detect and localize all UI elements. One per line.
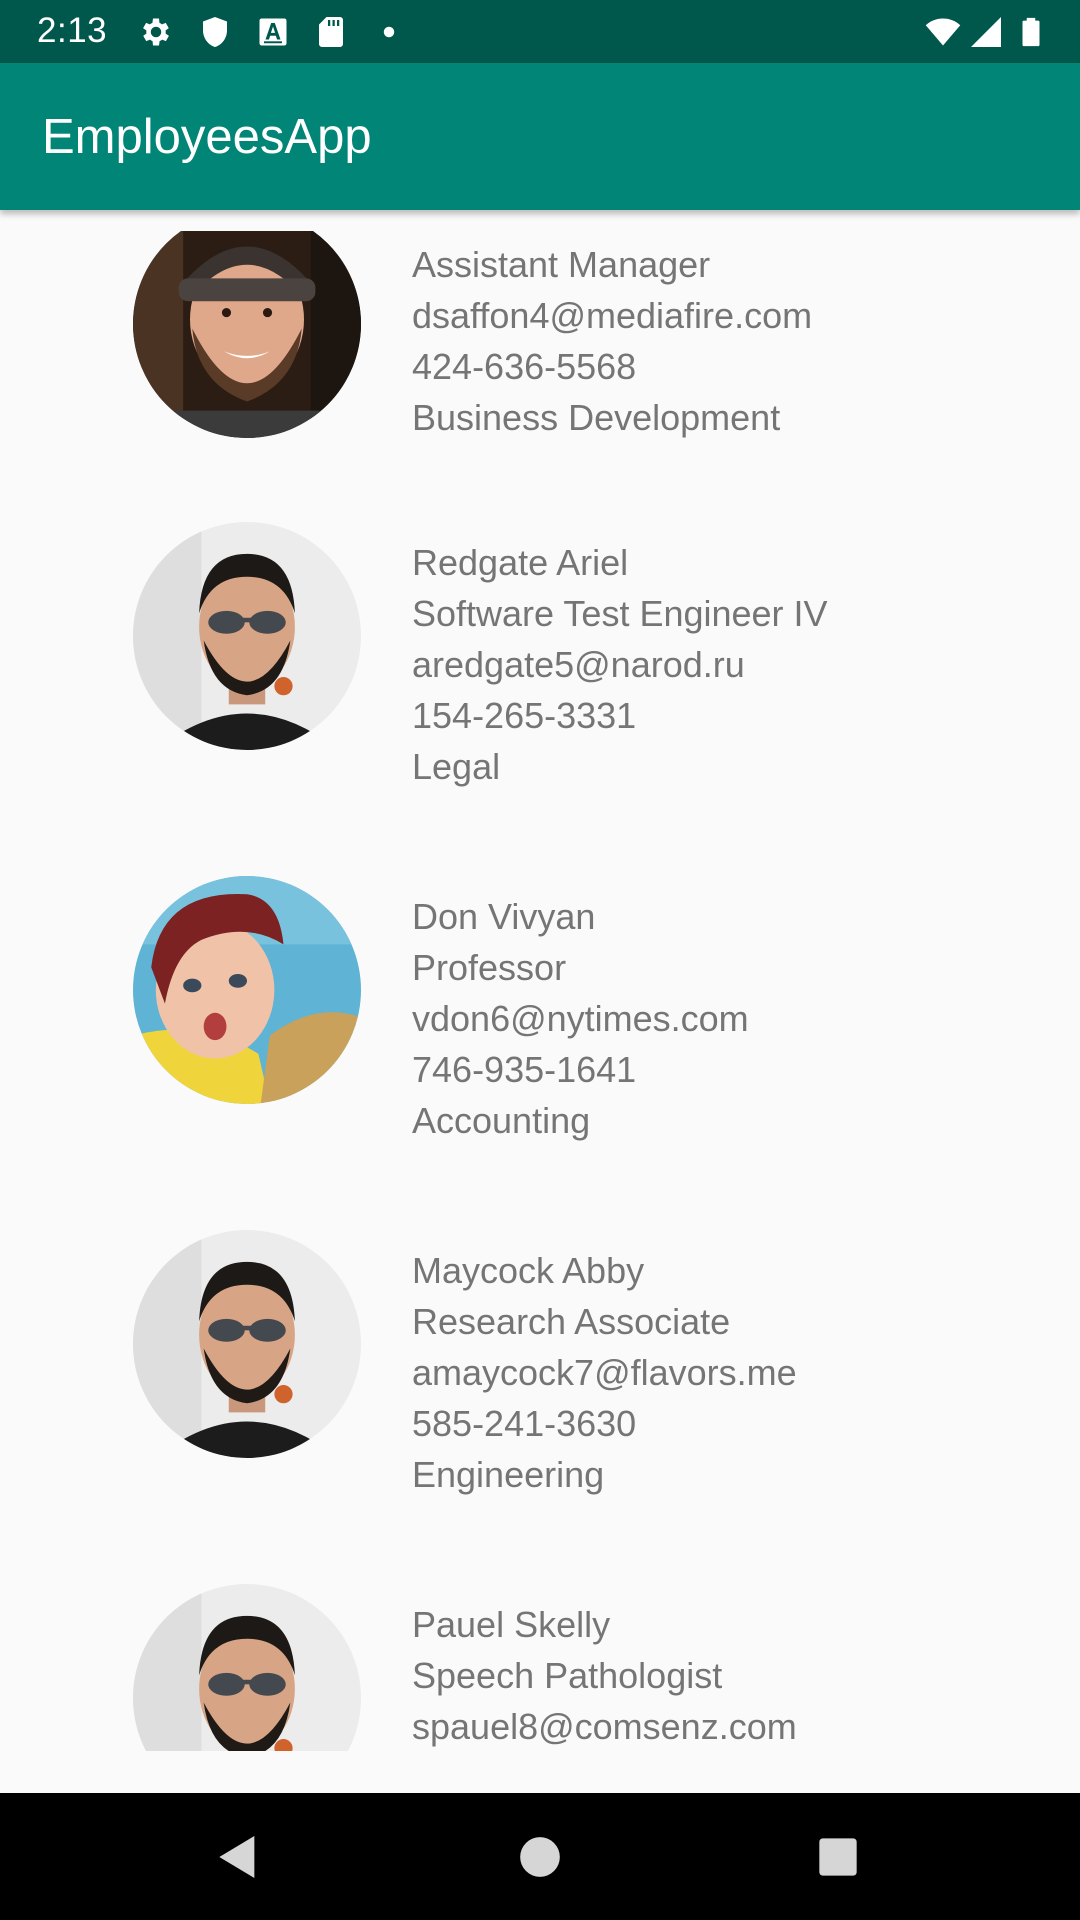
employee-avatar: [133, 522, 361, 750]
sd-card-icon: [313, 14, 349, 50]
recents-icon[interactable]: [810, 1829, 866, 1885]
employee-list[interactable]: Assistant Manager dsaffon4@mediafire.com…: [0, 210, 1080, 1773]
navigation-bar: [0, 1793, 1080, 1920]
employee-avatar-frame: [133, 1584, 361, 1751]
employee-phone: 154-265-3331: [412, 695, 637, 736]
employee-name: Redgate Ariel: [412, 542, 629, 583]
employee-title: Professor: [412, 947, 567, 988]
battery-icon: [1014, 14, 1048, 50]
employee-email: aredgate5@narod.ru: [412, 644, 745, 685]
app-title: EmployeesApp: [42, 110, 372, 164]
employee-department: Accounting: [412, 1100, 591, 1141]
app-bar: EmployeesApp: [0, 63, 1080, 210]
employee-avatar: [133, 1584, 361, 1751]
employee-details: Redgate Ariel Software Test Engineer IV …: [412, 537, 828, 792]
employee-row[interactable]: Maycock Abby Research Associate amaycock…: [0, 1208, 1080, 1562]
employee-details: Pauel Skelly Speech Pathologist spauel8@…: [412, 1599, 797, 1752]
employee-email: vdon6@nytimes.com: [412, 998, 749, 1039]
employee-details: Assistant Manager dsaffon4@mediafire.com…: [412, 239, 812, 443]
employee-avatar-frame: [133, 231, 361, 438]
employee-avatar-frame: [133, 876, 361, 1104]
dot-icon: [371, 14, 407, 50]
employee-title: Software Test Engineer IV: [412, 593, 828, 634]
home-icon[interactable]: [512, 1829, 568, 1885]
employee-details: Don Vivyan Professor vdon6@nytimes.com 7…: [412, 891, 749, 1146]
employee-name: Don Vivyan: [412, 896, 596, 937]
employee-name: Maycock Abby: [412, 1250, 645, 1291]
employee-details: Maycock Abby Research Associate amaycock…: [412, 1245, 797, 1500]
employee-department: Business Development: [412, 397, 781, 438]
font-a-icon: [255, 14, 291, 50]
employee-title: Research Associate: [412, 1301, 731, 1342]
shield-icon: [197, 14, 233, 50]
employee-avatar-frame: [133, 1230, 361, 1458]
wifi-icon: [922, 14, 964, 50]
employee-phone: 585-241-3630: [412, 1403, 637, 1444]
employee-avatar: [133, 876, 361, 1104]
back-icon[interactable]: [210, 1829, 266, 1885]
man-sunglasses-photo: [133, 1230, 361, 1458]
employee-avatar: [133, 231, 361, 438]
employee-title: Assistant Manager: [412, 244, 711, 285]
employee-department: Engineering: [412, 1454, 605, 1495]
employee-title: Speech Pathologist: [412, 1655, 723, 1696]
employee-row[interactable]: Assistant Manager dsaffon4@mediafire.com…: [0, 210, 1080, 500]
gear-icon: [138, 14, 174, 50]
woman-red-hair-photo: [133, 876, 361, 1104]
employee-department: Legal: [412, 746, 501, 787]
employee-row[interactable]: Don Vivyan Professor vdon6@nytimes.com 7…: [0, 854, 1080, 1208]
employee-row[interactable]: Redgate Ariel Software Test Engineer IV …: [0, 500, 1080, 854]
signal-icon: [968, 14, 1004, 50]
employee-avatar-frame: [133, 522, 361, 750]
employee-row[interactable]: Pauel Skelly Speech Pathologist spauel8@…: [0, 1562, 1080, 1773]
employee-email: dsaffon4@mediafire.com: [412, 295, 813, 336]
employee-name: Pauel Skelly: [412, 1604, 611, 1645]
man-sunglasses-photo: [133, 1584, 361, 1751]
employee-avatar: [133, 1230, 361, 1458]
man-sunglasses-photo: [133, 522, 361, 750]
status-time: 2:13: [37, 11, 108, 50]
bearded-man-cap-photo: [133, 231, 361, 438]
employee-email: amaycock7@flavors.me: [412, 1352, 797, 1393]
employee-phone: 424-636-5568: [412, 346, 637, 387]
status-bar: 2:13: [0, 0, 1080, 63]
employee-email: spauel8@comsenz.com: [412, 1706, 797, 1747]
employee-phone: 746-935-1641: [412, 1049, 637, 1090]
